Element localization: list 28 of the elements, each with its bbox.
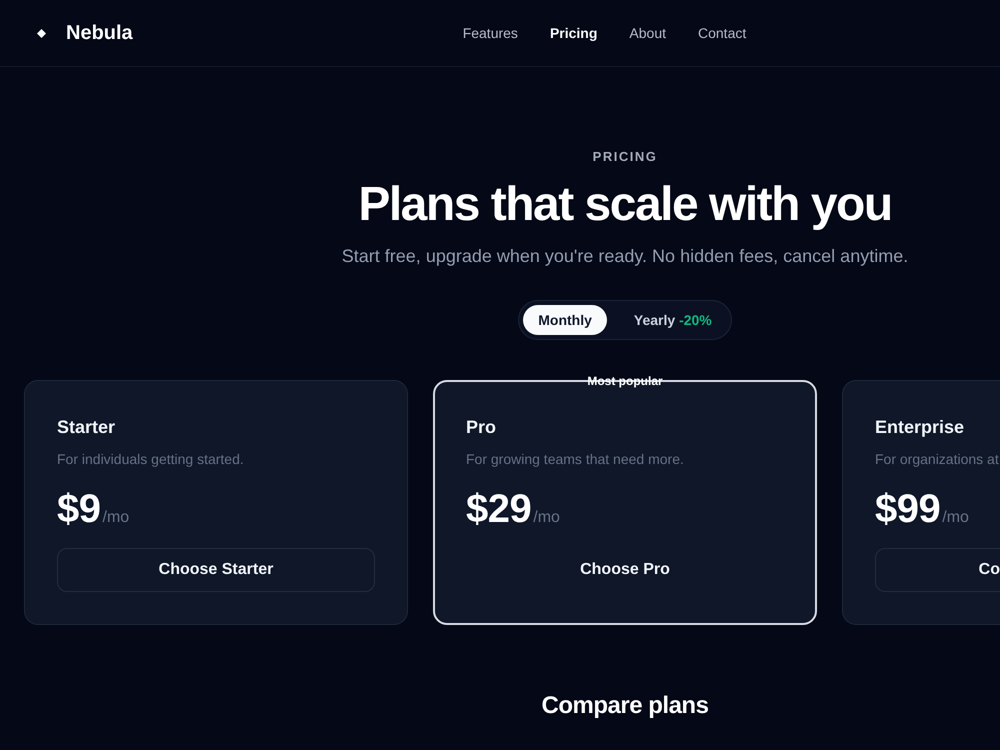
page-subtitle: Start free, upgrade when you're ready. No hidden fees, cancel anytime. <box>342 245 908 268</box>
nav-link[interactable]: Contact <box>698 23 746 43</box>
plan-name: Pro <box>466 416 496 439</box>
eyebrow-label: PRICING <box>592 149 658 165</box>
nav-link[interactable]: Pricing <box>550 23 598 43</box>
nav-link[interactable]: Features <box>462 23 518 43</box>
diamond-icon <box>37 28 46 38</box>
price-period: /mo <box>942 508 969 528</box>
discount-label: -20% <box>679 312 712 328</box>
choose-plan-button[interactable]: Co <box>875 548 1000 592</box>
plan-description: For organizations at <box>875 450 999 469</box>
choose-plan-button[interactable]: Choose Starter <box>57 548 375 592</box>
plan-description: For growing teams that need more. <box>466 450 684 469</box>
price-period: /mo <box>102 508 130 528</box>
plan-name: Starter <box>57 416 116 439</box>
billing-tab[interactable]: Monthly <box>523 305 607 335</box>
price-amount: $29 <box>466 486 532 533</box>
nav-link[interactable]: About <box>629 23 666 43</box>
price-period: /mo <box>533 508 560 528</box>
plan-description: For individuals getting started. <box>57 450 244 469</box>
plan-name: Enterprise <box>875 416 964 439</box>
page-title: Plans that scale with you <box>358 177 892 233</box>
price-amount: $9 <box>57 486 100 533</box>
billing-tab[interactable]: Yearly -20% <box>618 305 727 335</box>
choose-plan-button[interactable]: Choose Pro <box>466 548 784 592</box>
brand-name[interactable]: Nebula <box>66 21 133 45</box>
section-title: Compare plans <box>542 691 708 721</box>
price-amount: $99 <box>875 486 940 533</box>
